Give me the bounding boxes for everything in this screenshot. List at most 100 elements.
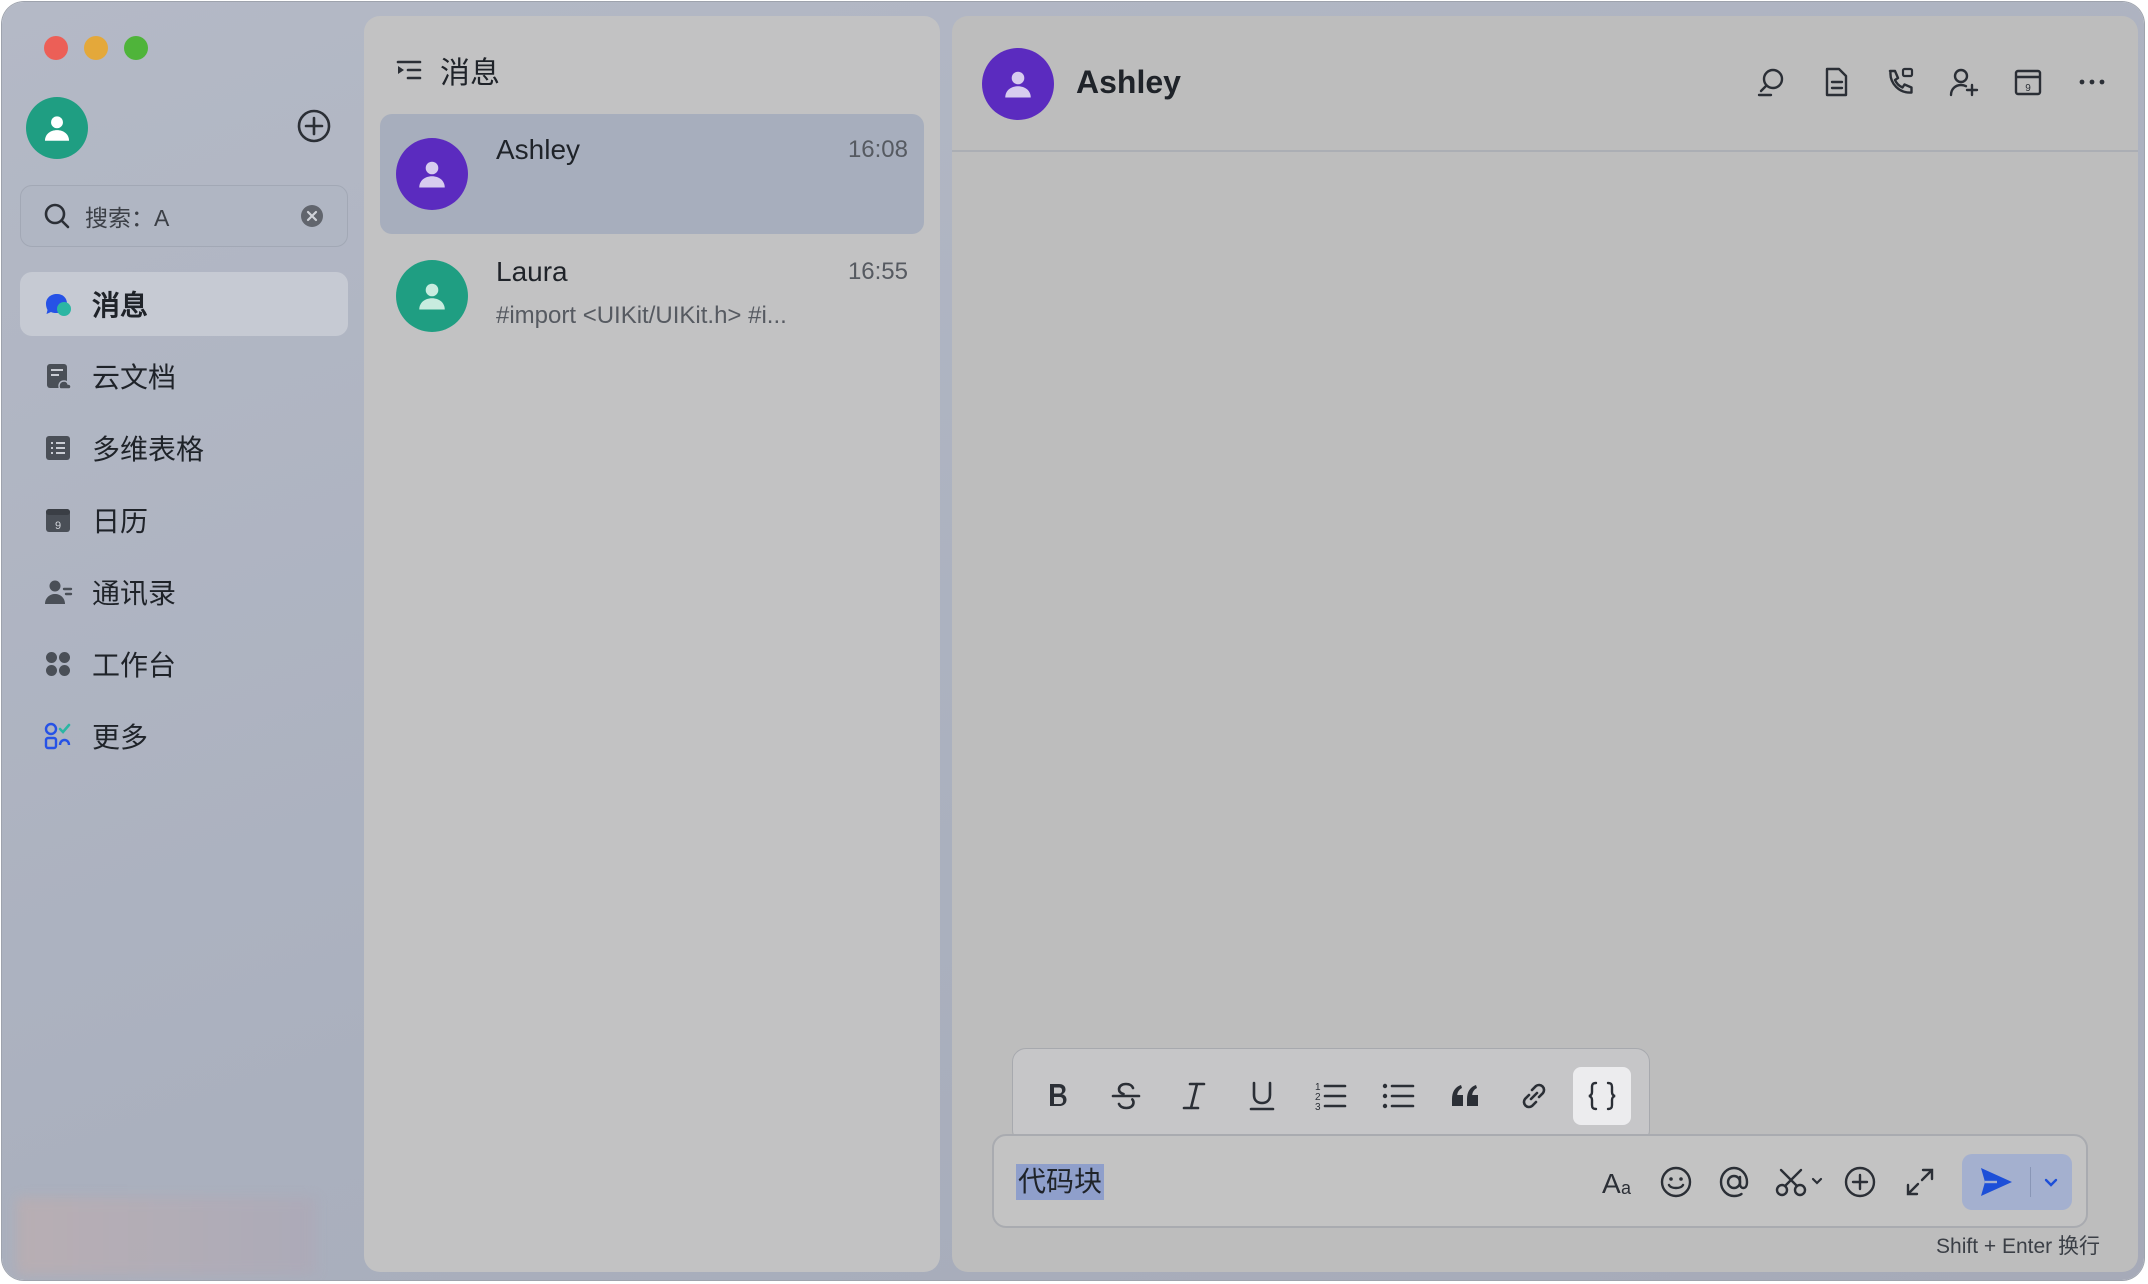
sidebar-item-label: 云文档 bbox=[92, 362, 177, 393]
screenshot-button[interactable] bbox=[1772, 1162, 1828, 1202]
person-icon bbox=[419, 161, 445, 188]
my-avatar[interactable] bbox=[26, 97, 88, 159]
format-toolbar: 123 bbox=[1012, 1048, 1650, 1144]
svg-text:A: A bbox=[1602, 1168, 1621, 1199]
underline-icon bbox=[1249, 1081, 1275, 1111]
underline-button[interactable] bbox=[1233, 1067, 1291, 1125]
chat-time: 16:55 bbox=[847, 258, 908, 285]
plus-circle-icon bbox=[1844, 1166, 1876, 1198]
conversation-title[interactable]: Ashley bbox=[1076, 64, 1181, 101]
send-icon bbox=[1981, 1168, 2012, 1196]
message-input[interactable]: 代码块 bbox=[1016, 1164, 1105, 1200]
sidebar-item-label: 多维表格 bbox=[92, 434, 205, 465]
bullet-list-button[interactable] bbox=[1369, 1067, 1427, 1125]
svg-text:9: 9 bbox=[55, 520, 61, 532]
person-icon bbox=[44, 116, 70, 141]
newline-hint: Shift + Enter 换行 bbox=[1936, 1235, 2100, 1258]
chat-list-item-laura[interactable]: Laura 16:55 #import <UIKit/UIKit.h> #i..… bbox=[380, 236, 924, 356]
zoom-window-button[interactable] bbox=[124, 36, 148, 60]
sidebar-item-label: 日历 bbox=[92, 506, 149, 537]
sidebar-item-contacts[interactable]: 通讯录 bbox=[20, 560, 348, 624]
italic-button[interactable] bbox=[1165, 1067, 1223, 1125]
add-new-button[interactable] bbox=[294, 106, 334, 146]
chat-list-header: 消息 bbox=[394, 48, 500, 92]
search-icon bbox=[44, 203, 70, 229]
chat-list-panel: 消息 Ashley 16:08 Laura 16:55 #import <UIK… bbox=[364, 16, 940, 1272]
quote-icon bbox=[1452, 1085, 1478, 1106]
sidebar-item-workspace[interactable]: 工作台 bbox=[20, 632, 348, 696]
avatar[interactable] bbox=[982, 48, 1054, 120]
mention-button[interactable] bbox=[1714, 1162, 1754, 1202]
sidebar-item-label: 更多 bbox=[92, 722, 149, 753]
chat-time: 16:08 bbox=[847, 136, 908, 163]
more-options-button[interactable] bbox=[2072, 62, 2112, 102]
expand-icon bbox=[1906, 1168, 1934, 1196]
expand-input-button[interactable] bbox=[1900, 1162, 1940, 1202]
call-icon bbox=[1888, 67, 1914, 94]
clear-search-icon[interactable] bbox=[299, 203, 325, 229]
contacts-icon bbox=[45, 580, 73, 604]
ordered-list-button[interactable]: 123 bbox=[1301, 1067, 1359, 1125]
person-icon bbox=[419, 283, 445, 310]
add-attachment-button[interactable] bbox=[1840, 1162, 1880, 1202]
more-icon bbox=[2079, 79, 2105, 85]
ordered-list-icon: 123 bbox=[1315, 1082, 1347, 1113]
code-block-button[interactable] bbox=[1573, 1067, 1631, 1125]
cloud-doc-icon bbox=[47, 364, 72, 390]
app-window: 搜索：A 消息 云文档 多维表格 9 日历 通讯录 工作台 更多 消息 Ashl… bbox=[2, 2, 2144, 1280]
bullet-list-icon bbox=[1382, 1083, 1415, 1109]
document-icon bbox=[1825, 67, 1848, 97]
call-button[interactable] bbox=[1880, 62, 1920, 102]
quote-button[interactable] bbox=[1437, 1067, 1495, 1125]
chat-list-item-ashley[interactable]: Ashley 16:08 bbox=[380, 114, 924, 234]
chat-name: Laura bbox=[496, 256, 568, 287]
conversation-panel: Ashley 9 1 2 3 代码块 A a Shift + Enter 换行 bbox=[952, 16, 2138, 1272]
minimize-window-button[interactable] bbox=[84, 36, 108, 60]
add-member-button[interactable] bbox=[1944, 62, 1984, 102]
at-sign-icon bbox=[1719, 1166, 1749, 1198]
table-icon bbox=[46, 436, 70, 460]
sidebar-item-more[interactable]: 更多 bbox=[20, 704, 348, 768]
svg-text:3: 3 bbox=[1315, 1102, 1321, 1113]
sidebar-item-calendar[interactable]: 9 日历 bbox=[20, 488, 348, 552]
send-options-button[interactable] bbox=[2031, 1154, 2071, 1210]
scissors-icon bbox=[1775, 1168, 1823, 1197]
link-button[interactable] bbox=[1505, 1067, 1563, 1125]
sidebar-item-messages[interactable]: 消息 bbox=[20, 272, 348, 336]
send-button[interactable] bbox=[1962, 1154, 2030, 1210]
docs-button[interactable] bbox=[1816, 62, 1856, 102]
emoji-button[interactable] bbox=[1656, 1162, 1696, 1202]
sidebar-item-label: 消息 bbox=[92, 290, 149, 321]
sidebar-item-label: 工作台 bbox=[92, 650, 177, 681]
text-format-button[interactable]: Aa bbox=[1600, 1162, 1640, 1202]
workspace-icon bbox=[46, 652, 70, 676]
bold-button[interactable] bbox=[1029, 1067, 1087, 1125]
code-block-icon bbox=[1588, 1081, 1616, 1111]
sidebar-item-label: 通讯录 bbox=[92, 578, 177, 609]
emoji-icon bbox=[1660, 1166, 1692, 1198]
plus-circle-icon bbox=[297, 109, 331, 143]
strikethrough-button[interactable] bbox=[1097, 1067, 1155, 1125]
sidebar-item-cloud-docs[interactable]: 云文档 bbox=[20, 344, 348, 408]
strikethrough-icon bbox=[1111, 1082, 1141, 1110]
close-window-button[interactable] bbox=[44, 36, 68, 60]
text-format-icon: Aa bbox=[1602, 1168, 1632, 1199]
person-icon bbox=[1005, 71, 1031, 98]
send-button-group bbox=[1962, 1154, 2072, 1210]
sidebar-item-bitable[interactable]: 多维表格 bbox=[20, 416, 348, 480]
collapse-sidebar-icon[interactable] bbox=[394, 55, 424, 85]
chat-bubble-icon bbox=[46, 294, 71, 316]
search-chat-button[interactable] bbox=[1752, 62, 1792, 102]
italic-icon bbox=[1182, 1082, 1206, 1110]
search-box[interactable]: 搜索：A bbox=[20, 185, 348, 247]
chat-preview: #import <UIKit/UIKit.h> #i... bbox=[496, 302, 787, 329]
avatar bbox=[396, 138, 468, 210]
bold-icon bbox=[1050, 1084, 1067, 1106]
avatar bbox=[396, 260, 468, 332]
search-input[interactable]: 搜索：A bbox=[85, 199, 299, 233]
calendar-button[interactable]: 9 bbox=[2008, 62, 2048, 102]
svg-text:9: 9 bbox=[2025, 83, 2031, 94]
message-input-box[interactable]: 代码块 Aa bbox=[992, 1134, 2088, 1228]
header-toolbar: 9 bbox=[1728, 62, 2112, 102]
calendar-icon: 9 bbox=[2014, 69, 2042, 96]
